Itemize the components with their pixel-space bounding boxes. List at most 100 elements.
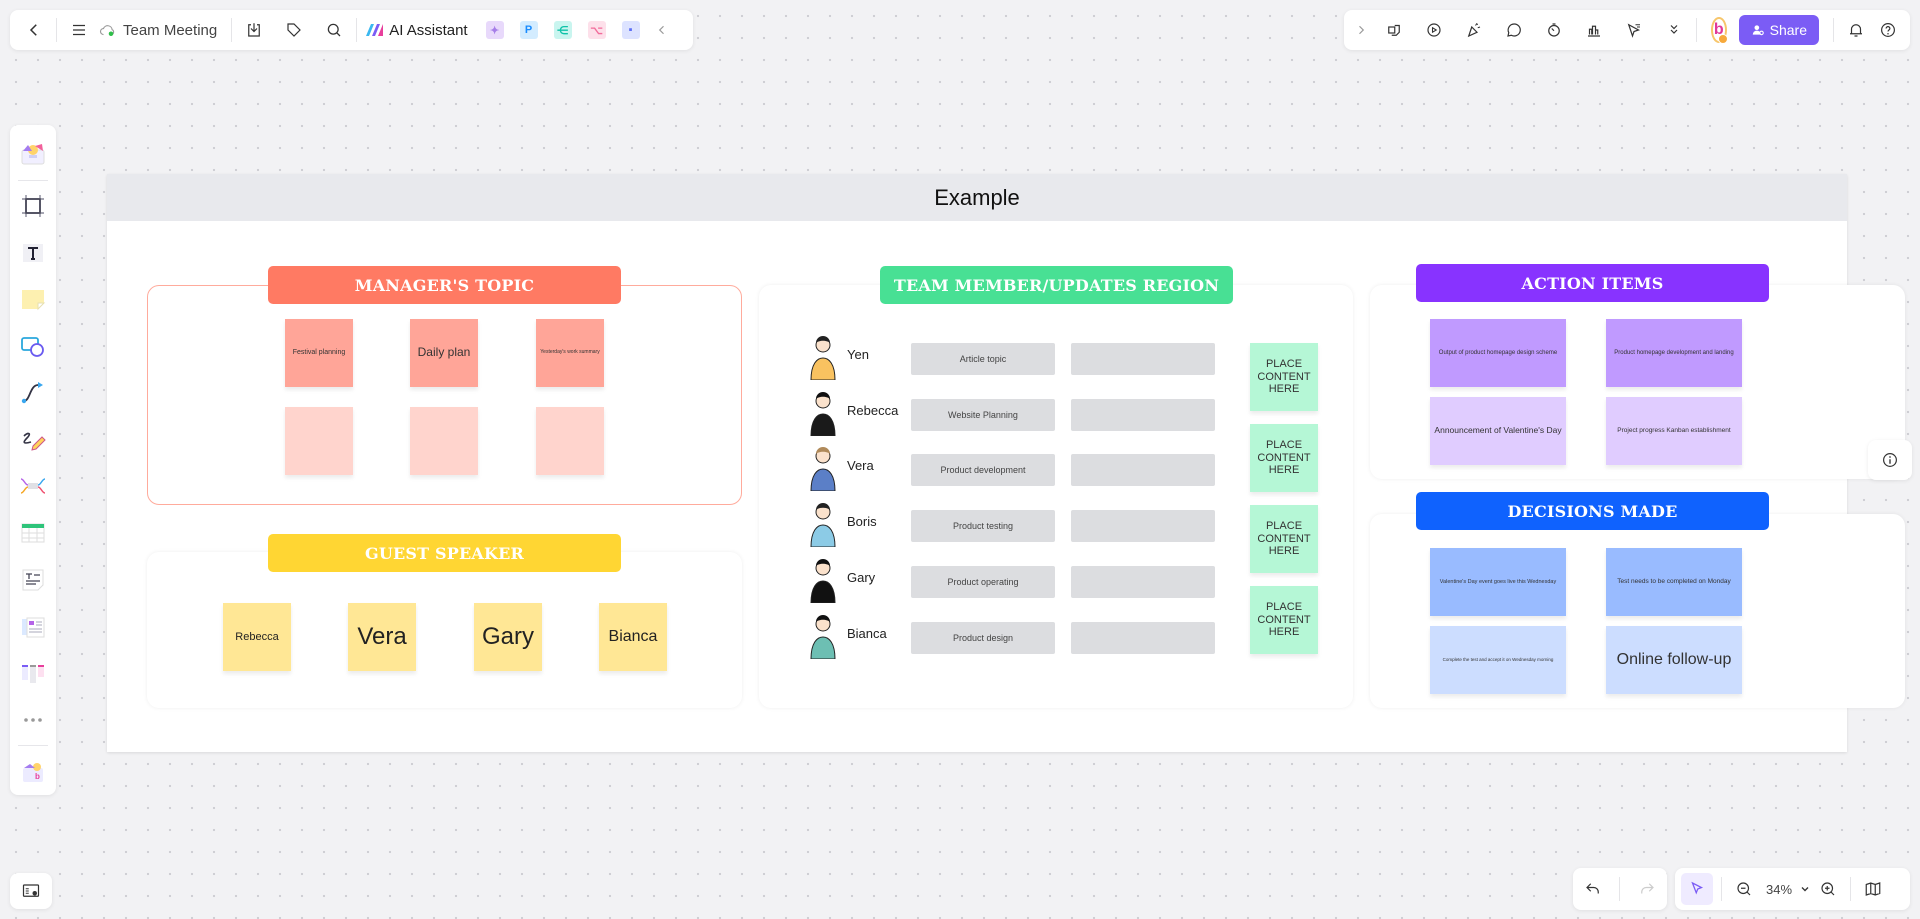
zoom-out-button[interactable] [1730,875,1758,903]
select-tool-button[interactable] [1681,873,1713,905]
presentation-app-icon[interactable]: P [519,21,538,39]
placeholder-note[interactable]: PLACE CONTENT HERE [1250,343,1318,411]
info-button[interactable] [1868,440,1912,480]
connector-tool[interactable] [15,376,51,411]
document-title-area[interactable]: Team Meeting [99,22,217,39]
member-topic-box[interactable]: Product testing [911,510,1055,543]
kanban-tool[interactable] [15,656,51,691]
manager-note[interactable]: Daily plan [410,319,478,387]
guest-note[interactable]: Gary [474,603,542,671]
laser-pointer-button[interactable] [1620,16,1648,44]
action-note[interactable]: Project progress Kanban establishment [1606,397,1742,465]
cards-tool[interactable] [15,609,51,644]
frame-tool[interactable] [15,189,51,224]
flowchart-app-icon[interactable]: ⌥ [587,21,606,39]
vote-button[interactable] [1580,16,1608,44]
chat-app-icon[interactable]: ▪ [621,21,640,39]
decision-note[interactable]: Complete the test and accept it on Wedne… [1430,626,1566,694]
shapes-tool[interactable] [15,329,51,364]
more-tools-button[interactable] [1660,16,1688,44]
action-note[interactable]: Product homepage development and landing [1606,319,1742,387]
decision-note[interactable]: Test needs to be completed on Monday [1606,548,1742,616]
placeholder-note[interactable]: PLACE CONTENT HERE [1250,424,1318,492]
member-topic-box[interactable]: Product development [911,454,1055,487]
member-name[interactable]: Rebecca [847,403,898,418]
zoom-in-button[interactable] [1814,875,1842,903]
undo-button[interactable] [1579,875,1607,903]
guest-note[interactable]: Rebecca [223,603,291,671]
mindmap-app-icon[interactable]: ⋲ [553,21,572,39]
user-avatar[interactable]: b [1711,17,1728,44]
member-update-box[interactable] [1071,454,1215,487]
member-update-box[interactable] [1071,565,1215,598]
download-button[interactable] [240,16,268,44]
action-items-banner[interactable]: ACTION ITEMS [1416,264,1769,302]
help-button[interactable] [1874,16,1902,44]
pen-tool[interactable] [15,422,51,457]
team-updates-banner[interactable]: TEAM MEMBER/UPDATES REGION [880,266,1233,304]
guest-note[interactable]: Bianca [599,603,667,671]
manager-note-empty[interactable] [410,407,478,475]
member-update-box[interactable] [1071,343,1215,375]
document-title[interactable]: Team Meeting [123,22,217,39]
sticky-lock-icon [1388,24,1400,36]
templates-tool[interactable] [15,137,51,172]
manager-note[interactable]: Festival planning [285,319,353,387]
member-name[interactable]: Vera [847,458,874,473]
table-tool[interactable] [15,516,51,551]
zoom-level[interactable]: 34% [1766,882,1792,897]
member-topic-box[interactable]: Website Planning [911,398,1055,431]
member-update-box[interactable] [1071,398,1215,431]
manager-note-empty[interactable] [536,407,604,475]
text-document-tool[interactable] [15,562,51,597]
managers-topic-banner[interactable]: MANAGER'S TOPIC [268,266,621,304]
decision-note[interactable]: Online follow-up [1606,626,1742,694]
guest-speaker-banner[interactable]: GUEST SPEAKER [268,534,621,572]
share-button[interactable]: Share [1738,15,1819,45]
zoom-dropdown[interactable] [1796,875,1814,903]
member-topic-box[interactable]: Article topic [911,343,1055,375]
action-note[interactable]: Output of product homepage design scheme [1430,319,1566,387]
search-button[interactable] [320,16,348,44]
member-update-box[interactable] [1071,510,1215,543]
decision-note[interactable]: Valentine's Day event goes live this Wed… [1430,548,1566,616]
placeholder-note[interactable]: PLACE CONTENT HERE [1250,505,1318,573]
decisions-banner[interactable]: DECISIONS MADE [1416,492,1769,530]
tag-button[interactable] [280,16,308,44]
redo-button[interactable] [1633,875,1661,903]
member-name[interactable]: Boris [847,514,877,529]
member-update-box[interactable] [1071,621,1215,654]
member-topic-box[interactable]: Product design [911,621,1055,654]
sticky-note-tool[interactable] [15,282,51,317]
collapse-toolbar-button[interactable] [648,16,676,44]
manager-note-empty[interactable] [285,407,353,475]
ai-assistant-label: AI Assistant [389,21,468,39]
comment-button[interactable] [1500,16,1528,44]
member-name[interactable]: Yen [847,347,869,362]
timer-button[interactable] [1540,16,1568,44]
member-topic-box[interactable]: Product operating [911,565,1055,598]
placeholder-note[interactable]: PLACE CONTENT HERE [1250,586,1318,654]
plugins-tool[interactable]: b [15,754,51,789]
image-generator-icon[interactable]: ✦ [485,21,504,39]
member-name[interactable]: Gary [847,570,875,585]
mindmap-tool[interactable] [15,469,51,504]
ai-assistant-button[interactable]: AI Assistant [365,21,468,39]
manager-note[interactable]: Yesterday's work summary [536,319,604,387]
board-frame[interactable]: Example MANAGER'S TOPIC Festival plannin… [107,174,1905,752]
minimap-button[interactable] [1859,875,1887,903]
outline-button[interactable] [10,873,52,909]
notifications-button[interactable] [1842,16,1870,44]
celebrate-button[interactable] [1460,16,1488,44]
present-button[interactable] [1420,16,1448,44]
frame-title[interactable]: Example [107,174,1847,221]
back-button[interactable] [20,16,48,44]
text-tool[interactable] [15,235,51,270]
guest-note[interactable]: Vera [348,603,416,671]
expand-toolbar-button[interactable] [1352,16,1370,44]
member-name[interactable]: Bianca [847,626,887,641]
action-note[interactable]: Announcement of Valentine's Day [1430,397,1566,465]
more-tools-button[interactable] [15,703,51,738]
sticky-lock-button[interactable] [1380,16,1408,44]
menu-button[interactable] [65,16,93,44]
